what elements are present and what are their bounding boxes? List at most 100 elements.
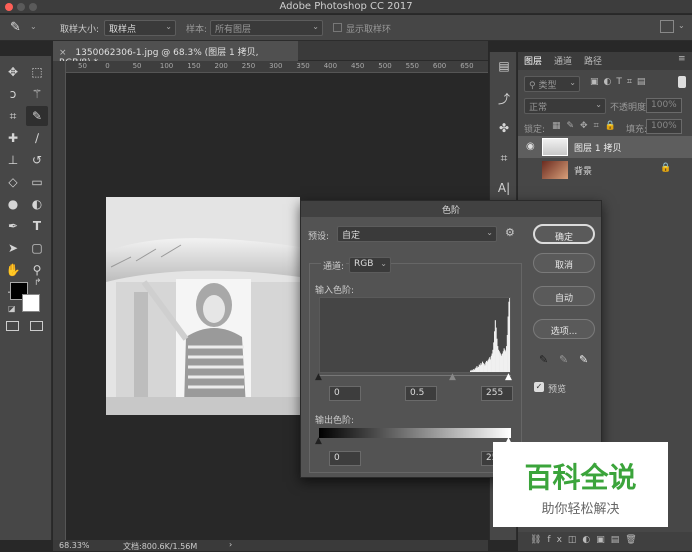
move-tool-icon[interactable]: ✥ (2, 62, 24, 82)
output-black-slider[interactable]: ▲ (315, 436, 322, 446)
default-colors-icon[interactable]: ◪ (8, 304, 16, 313)
rectangle-tool-icon[interactable]: ▢ (26, 238, 48, 258)
gradient-tool-icon[interactable]: ▭ (26, 172, 48, 192)
path-selection-tool-icon[interactable]: ➤ (2, 238, 24, 258)
curves-icon[interactable]: ⤴ (493, 88, 515, 108)
histogram-bar (509, 298, 511, 372)
input-black-slider[interactable]: ▲ (315, 372, 322, 382)
eye-icon[interactable]: ◉ (526, 141, 535, 152)
lock-icon: 🔒 (660, 163, 672, 173)
show-ring-checkbox[interactable] (333, 23, 342, 32)
sample-select[interactable]: 所有图层 ⌄ (210, 20, 323, 36)
history-brush-tool-icon[interactable]: ↺ (26, 150, 48, 170)
workspace-icon[interactable] (660, 20, 674, 33)
layers-footer-icons[interactable]: ⛓fx◫◐▣▤🗑 (518, 532, 692, 551)
character-icon[interactable]: A| (493, 178, 515, 198)
watermark-title: 百科全说 (524, 461, 637, 494)
input-white-field[interactable]: 255 (481, 386, 513, 401)
preset-gear-icon[interactable]: ⚙ (505, 226, 515, 239)
input-white-slider[interactable]: ▲ (505, 372, 512, 382)
lock-icons[interactable]: ▦✎✥⌗🔒 (552, 121, 622, 131)
layer-name[interactable]: 背景 (574, 164, 592, 177)
show-ring-label: 显示取样环 (346, 25, 392, 35)
fill-field[interactable]: 100% (646, 119, 682, 134)
lasso-tool-icon[interactable]: ↄ (2, 84, 24, 104)
levels-dialog: 色阶 预设: 自定 ⌄ ⚙ 通道: RGB ⌄ 输入色阶: ▲ ▲ ▲ 0 0.5 … (300, 200, 602, 478)
white-eyedropper-icon[interactable]: ✎ (579, 353, 588, 366)
zoom-level[interactable]: 68.33% (59, 541, 90, 550)
screen-mode-icon[interactable] (30, 321, 43, 331)
input-gamma-slider[interactable]: ▲ (449, 372, 456, 382)
auto-button[interactable]: 自动 (533, 286, 595, 306)
status-bar: 68.33% 文档:800.6K/1.56M › (53, 540, 488, 551)
layer-row[interactable]: ◉ 图层 1 拷贝 (518, 136, 692, 158)
eraser-tool-icon[interactable]: ◇ (2, 172, 24, 192)
properties-icon[interactable]: ▤ (493, 56, 515, 76)
opacity-field[interactable]: 100% (646, 98, 682, 113)
type-tool-icon[interactable]: T (26, 216, 48, 236)
input-levels-label: 输入色阶: (315, 286, 355, 296)
ok-button[interactable]: 确定 (533, 224, 595, 244)
puzzle-icon[interactable]: ✤ (493, 118, 515, 138)
ruler-tick: 100 (159, 62, 174, 70)
channel-select[interactable]: RGB ⌄ (349, 257, 391, 273)
ruler-tick: 50 (78, 62, 87, 70)
output-black-field[interactable]: 0 (329, 451, 361, 466)
crop-panel-icon[interactable]: ⌗ (493, 148, 515, 168)
eyedropper-icon[interactable]: ✎ (10, 20, 21, 35)
options-button[interactable]: 选项... (533, 319, 595, 339)
document-size: 文档:800.6K/1.56M (123, 542, 198, 551)
zoom-tool-icon[interactable]: ⚲ (26, 260, 48, 280)
document-image[interactable] (106, 197, 300, 415)
layer-name[interactable]: 图层 1 拷贝 (574, 141, 621, 154)
input-gamma-field[interactable]: 0.5 (405, 386, 437, 401)
hand-tool-icon[interactable]: ✋ (2, 260, 24, 280)
sample-size-select[interactable]: 取样点 ⌄ (104, 20, 176, 36)
chevron-down-icon[interactable]: ⌄ (678, 21, 685, 30)
chevron-right-icon[interactable]: › (229, 540, 232, 549)
close-tab-icon[interactable]: × (59, 48, 67, 58)
filter-icons[interactable]: ▣◐T⌗▤ (590, 77, 650, 87)
eyedropper-tool-icon[interactable]: ✎ (26, 106, 48, 126)
dodge-tool-icon[interactable]: ◐ (26, 194, 48, 214)
preset-select[interactable]: 自定 ⌄ (337, 226, 497, 242)
quick-mask-icon[interactable] (6, 321, 19, 331)
ruler-tick: 0 (105, 62, 110, 70)
layer-filter-select[interactable]: ⚲ 类型 ⌄ (524, 76, 580, 92)
crop-tool-icon[interactable]: ⌗ (2, 106, 24, 126)
healing-brush-tool-icon[interactable]: ✚ (2, 128, 24, 148)
preview-checkbox[interactable]: ✓ (534, 382, 544, 392)
gray-eyedropper-icon[interactable]: ✎ (559, 353, 568, 366)
cancel-button[interactable]: 取消 (533, 253, 595, 273)
layer-row[interactable]: 背景 🔒 (518, 159, 692, 181)
marquee-tool-icon[interactable]: ⬚ (26, 62, 48, 82)
chevron-down-icon[interactable]: ⌄ (30, 22, 37, 31)
vertical-ruler (53, 61, 66, 540)
black-eyedropper-icon[interactable]: ✎ (539, 353, 548, 366)
tab-layers[interactable]: 图层 (524, 54, 542, 67)
clone-stamp-tool-icon[interactable]: ⊥ (2, 150, 24, 170)
magic-wand-tool-icon[interactable]: ⚚ (26, 84, 48, 104)
tab-channels[interactable]: 通道 (554, 54, 572, 67)
ruler-tick: 300 (269, 62, 283, 70)
swap-colors-icon[interactable]: ↱ (34, 278, 42, 288)
blend-mode-select[interactable]: 正常 ⌄ (524, 98, 606, 114)
blur-tool-icon[interactable]: ● (2, 194, 24, 214)
ruler-tick: 550 (405, 62, 419, 70)
ruler-tick: 250 (241, 62, 256, 70)
panel-menu-icon[interactable]: ≡ (678, 54, 686, 64)
brush-tool-icon[interactable]: ∕ (26, 128, 48, 148)
horizontal-ruler: 50 0 50 100 150 200 250 300 350 400 450 500 550 600 65… (66, 61, 488, 73)
pen-tool-icon[interactable]: ✒ (2, 216, 24, 236)
document-tab[interactable]: × 1350062306-1.jpg @ 68.3% (图层 1 拷贝, RGB… (53, 41, 298, 68)
filter-toggle[interactable] (678, 76, 686, 88)
watermark-subtitle: 助你轻松解决 (541, 502, 620, 517)
preset-label: 预设: (308, 232, 330, 242)
tab-paths[interactable]: 路径 (584, 54, 602, 67)
background-color-swatch[interactable] (22, 294, 40, 312)
opacity-label: 不透明度: (610, 103, 650, 113)
ruler-tick: 450 (351, 62, 365, 70)
watermark: 百科全说 助你轻松解决 (493, 442, 668, 527)
sample-label: 样本: (186, 25, 208, 35)
input-black-field[interactable]: 0 (329, 386, 361, 401)
